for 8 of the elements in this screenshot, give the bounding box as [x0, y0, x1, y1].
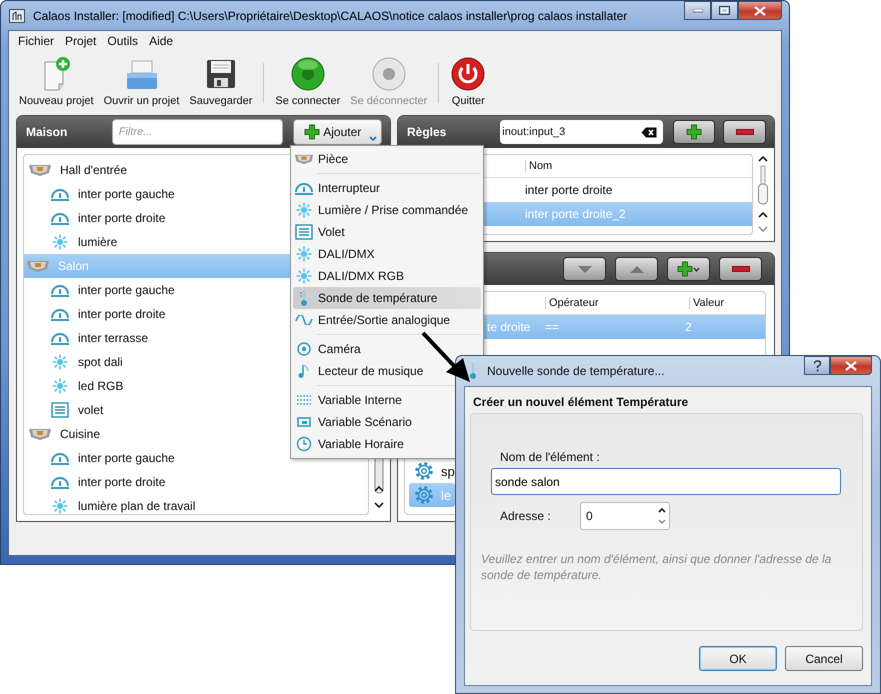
field-label: Adresse : — [500, 509, 552, 523]
dialog-heading: Créer un nouvel élément Température — [472, 394, 690, 411]
hint-text: Veuillez entrer un nom d'élément, ainsi que donner l'adresse de la sonde de température. — [481, 551, 832, 583]
dialog-title: Nouvelle sonde de température... — [487, 364, 664, 378]
window-title: Calaos Installer: [modified] C:\Users\Propriétaire\Desktop\CALAOS\notice calaos installer\prog calaos installater — [33, 8, 628, 22]
panel-title: Règles — [407, 125, 448, 139]
panel-title: Maison — [26, 125, 68, 139]
field-label: Nom de l'élément : — [499, 450, 601, 464]
